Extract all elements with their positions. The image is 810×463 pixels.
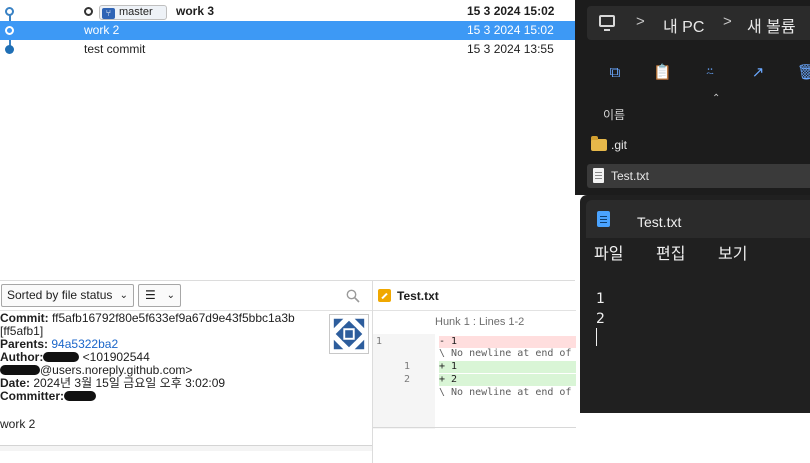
author-avatar	[329, 314, 369, 354]
notepad-tab[interactable]: Test.txt	[586, 200, 810, 238]
commit-details-panel: Sorted by file status ⌄ ☰ ⌄ Commit: ff5a…	[0, 280, 372, 463]
column-header-name[interactable]: 이름	[603, 106, 625, 123]
author-label: Author:	[0, 350, 44, 364]
delete-icon[interactable]: 🗑	[797, 64, 810, 82]
parents-line: Parents: 94a5322ba2	[0, 338, 330, 351]
notepad-tab-title: Test.txt	[637, 214, 682, 230]
author-email-start: <101902544	[82, 350, 150, 364]
branch-icon: ⑂	[102, 8, 115, 19]
diff-line: 2 + 2	[373, 374, 576, 386]
old-line-number: 1	[376, 336, 383, 347]
diff-line: \ No newline at end of file	[373, 348, 576, 360]
file-item-git-folder[interactable]: .git	[587, 133, 810, 157]
copy-icon[interactable]: ⧉	[606, 64, 624, 82]
computer-icon	[599, 15, 615, 31]
commit-row[interactable]: test commit 15 3 2024 13:55	[0, 40, 575, 59]
commit-date-value: 2024년 3월 15일 금요일 오후 3:02:09	[33, 376, 226, 390]
diff-line-text: \ No newline at end of file	[439, 348, 576, 359]
redacted-name	[64, 391, 97, 401]
redacted-name	[43, 352, 80, 362]
commit-node	[5, 7, 14, 16]
search-icon[interactable]	[346, 289, 360, 303]
details-toolbar: Sorted by file status ⌄ ☰ ⌄	[0, 281, 372, 311]
branch-tag-label: master	[119, 6, 153, 18]
commit-row-selected[interactable]: work 2 15 3 2024 15:02	[0, 21, 575, 40]
commit-hash-line: Commit: ff5afb16792f80e5f633ef9a67d9e43f…	[0, 312, 330, 325]
modified-file-icon	[378, 289, 391, 302]
diff-line-text: + 2	[439, 374, 576, 386]
new-line-number: 1	[404, 361, 411, 372]
text-line: 2	[596, 311, 605, 327]
diff-line-text: - 1	[439, 336, 576, 348]
branch-tag-master[interactable]: ⑂ master	[99, 5, 167, 20]
parent-hash-link[interactable]: 94a5322ba2	[51, 337, 118, 351]
commit-hash: ff5afb16792f80e5f633ef9a67d9e43f5bbc1a3b	[52, 311, 295, 325]
rename-icon[interactable]: ⍨	[701, 64, 719, 82]
list-icon: ☰	[145, 288, 156, 302]
diff-file-header: Test.txt	[373, 281, 576, 311]
chevron-right-icon: >	[723, 13, 732, 30]
sort-dropdown[interactable]: Sorted by file status ⌄	[1, 284, 134, 307]
file-item-label: Test.txt	[611, 169, 650, 183]
chevron-right-icon: >	[636, 13, 645, 30]
diff-file-name: Test.txt	[397, 289, 439, 303]
diff-line: \ No newline at end of file	[373, 387, 576, 399]
commit-message: work 3	[176, 4, 215, 18]
diff-line: 1 + 1	[373, 361, 576, 373]
share-icon[interactable]: ↗	[749, 64, 767, 82]
menu-view[interactable]: 보기	[718, 240, 747, 264]
diff-panel: Test.txt Hunk 1 : Lines 1-2 1 - 1 \ No n…	[372, 280, 576, 463]
text-file-icon	[593, 168, 604, 183]
diff-line-text: + 1	[439, 361, 576, 373]
chevron-up-icon: ⌃	[712, 93, 721, 104]
breadcrumb-my-pc[interactable]: 내 PC	[663, 13, 704, 37]
commit-node	[5, 26, 14, 35]
date-label: Date:	[0, 376, 31, 390]
head-indicator-icon	[84, 7, 93, 16]
parents-label: Parents:	[0, 337, 49, 351]
horizontal-scrollbar[interactable]	[0, 445, 372, 451]
file-item-label: .git	[611, 138, 628, 152]
diff-divider	[373, 427, 576, 428]
commit-date: 15 3 2024 15:02	[467, 4, 555, 18]
breadcrumb-new-volume[interactable]: 새 볼륨	[747, 13, 796, 37]
commit-date: 15 3 2024 15:02	[467, 23, 554, 37]
menu-edit[interactable]: 편집	[656, 240, 685, 264]
author-email-end: @users.noreply.github.com>	[40, 363, 193, 377]
commit-node	[5, 45, 14, 54]
notepad-window: Test.txt 파일 편집 보기 1 2	[580, 195, 810, 413]
text-line: 1	[596, 291, 605, 307]
committer-label: Committer:	[0, 389, 65, 403]
commit-row[interactable]: ⑂ master work 3 15 3 2024 15:02	[0, 2, 575, 21]
commit-date: 15 3 2024 13:55	[467, 42, 554, 56]
diff-line-text: \ No newline at end of file	[439, 387, 576, 398]
file-explorer-window: > 내 PC > 새 볼륨 ⧉ 📋 ⍨ ↗ 🗑 ⌃ 이름 .git Test.t…	[575, 0, 810, 195]
redacted-name	[0, 365, 40, 375]
sort-dropdown-label: Sorted by file status	[7, 288, 113, 302]
view-mode-dropdown[interactable]: ☰ ⌄	[138, 284, 181, 307]
committer-line: Committer:	[0, 390, 330, 403]
folder-icon	[591, 136, 607, 151]
paste-icon[interactable]: 📋	[653, 64, 672, 82]
commit-label: Commit:	[0, 311, 49, 325]
chevron-down-icon: ⌄	[166, 290, 175, 301]
notepad-icon	[597, 211, 610, 227]
text-cursor	[596, 328, 597, 346]
new-line-number: 2	[404, 374, 411, 385]
hunk-header: Hunk 1 : Lines 1-2	[435, 316, 525, 328]
notepad-text-area[interactable]: 1 2	[596, 289, 605, 329]
file-item-test-txt[interactable]: Test.txt	[587, 164, 810, 188]
menu-file[interactable]: 파일	[594, 240, 623, 264]
commit-message: test commit	[84, 42, 146, 56]
address-bar[interactable]: > 내 PC > 새 볼륨	[587, 6, 810, 40]
commit-info: Commit: ff5afb16792f80e5f633ef9a67d9e43f…	[0, 312, 330, 403]
commit-message-body: work 2	[0, 417, 36, 431]
commit-graph: ⑂ master work 3 15 3 2024 15:02 work 2 15…	[0, 0, 575, 280]
chevron-down-icon: ⌄	[119, 290, 128, 301]
diff-line: 1 - 1	[373, 336, 576, 348]
commit-message: work 2	[84, 23, 120, 37]
